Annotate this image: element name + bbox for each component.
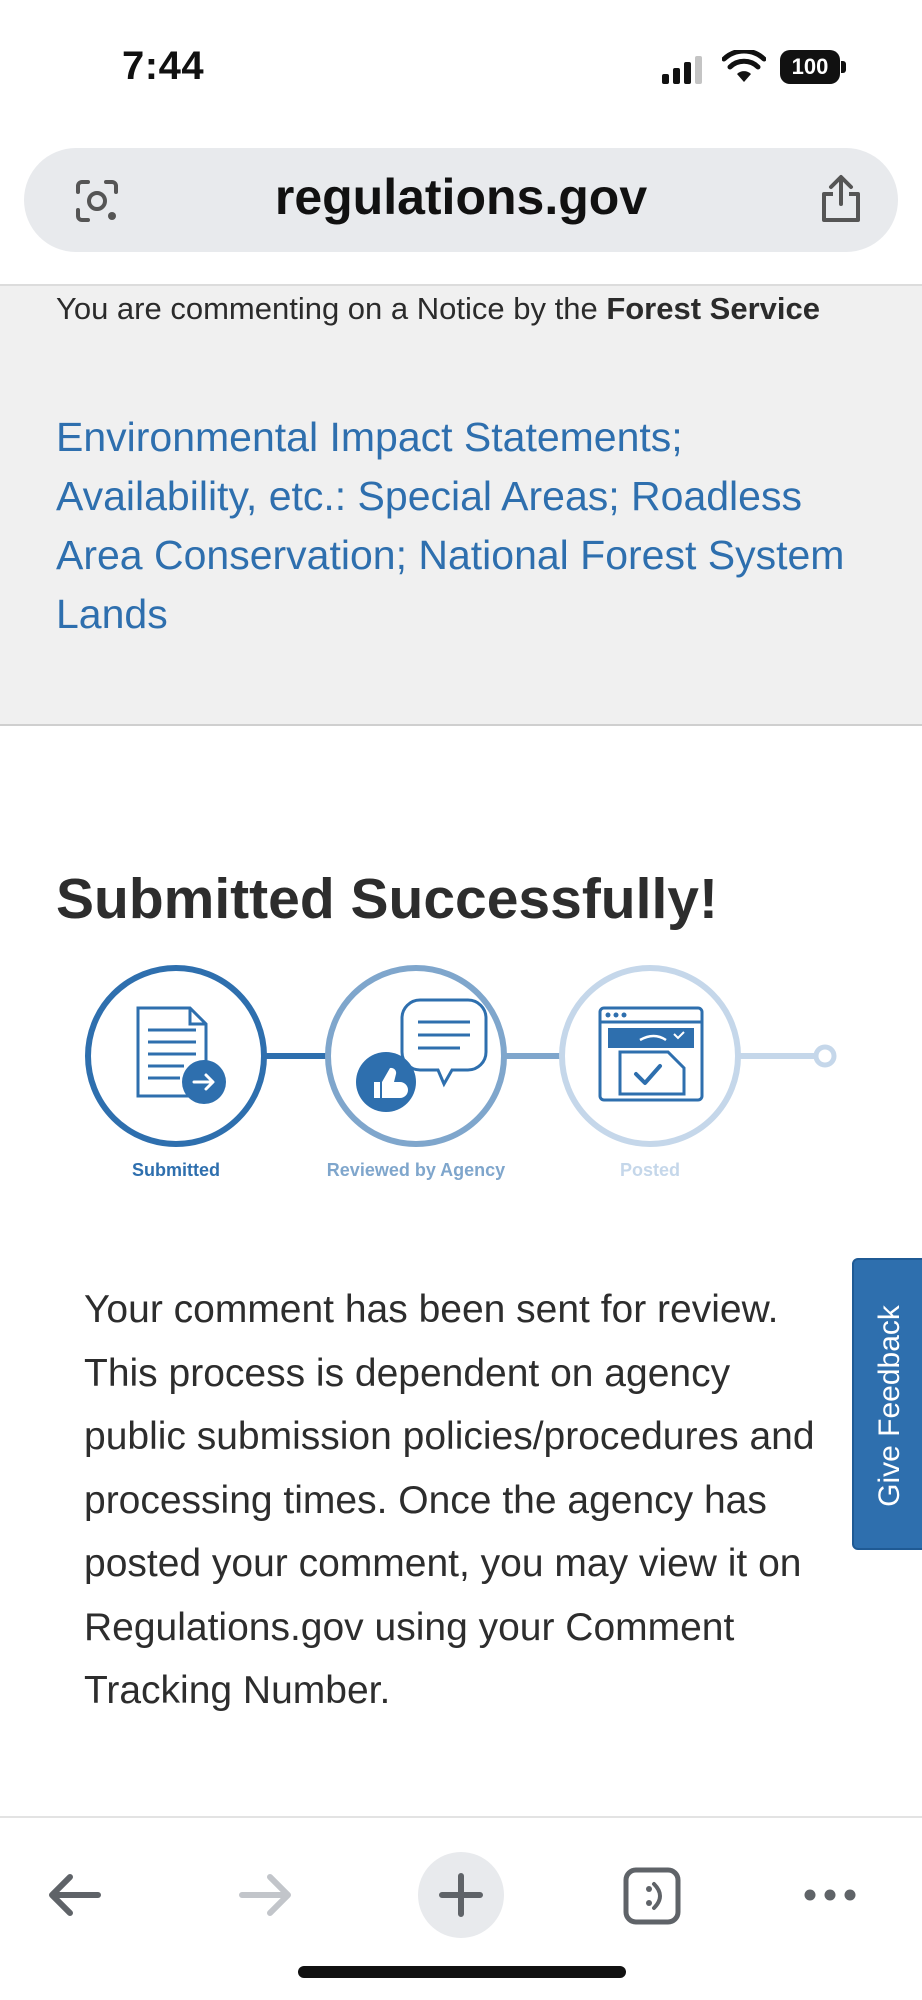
status-time: 7:44 bbox=[122, 44, 205, 88]
notice-agency: Forest Service bbox=[606, 291, 820, 326]
address-bar[interactable]: regulations.gov bbox=[24, 148, 898, 252]
plus-icon bbox=[439, 1873, 483, 1917]
step-label-submitted: Submitted bbox=[132, 1160, 220, 1180]
comment-thumbs-up-icon bbox=[325, 965, 507, 1147]
page-title: Submitted Successfully! bbox=[56, 867, 718, 931]
new-tab-button[interactable] bbox=[418, 1852, 504, 1938]
progress-graphic bbox=[85, 965, 837, 1147]
step-label-reviewed: Reviewed by Agency bbox=[326, 1160, 506, 1180]
notice-title-link[interactable]: Environmental Impact Statements; Availab… bbox=[56, 408, 876, 644]
share-icon[interactable] bbox=[818, 174, 864, 224]
home-indicator bbox=[298, 1966, 626, 1978]
notice-intro-text: You are commenting on a Notice by the bbox=[56, 291, 598, 326]
url-text[interactable]: regulations.gov bbox=[24, 168, 898, 226]
end-node bbox=[813, 1044, 837, 1068]
cellular-signal-icon bbox=[662, 56, 702, 84]
browser-window-check-icon bbox=[559, 965, 741, 1147]
confirmation-message: Your comment has been sent for review. T… bbox=[84, 1288, 815, 1712]
battery-level: 100 bbox=[780, 50, 840, 84]
wifi-icon bbox=[722, 50, 766, 82]
notice-panel: You are commenting on a Notice by the Fo… bbox=[0, 286, 922, 726]
battery-icon: 100 bbox=[780, 50, 846, 84]
progress-tracker: Submitted Reviewed by Agency Posted bbox=[80, 960, 860, 1190]
step-label-posted: Posted bbox=[619, 1160, 680, 1180]
status-bar: 7:44 100 bbox=[0, 0, 922, 130]
give-feedback-label: Give Feedback bbox=[873, 1305, 906, 1507]
forward-arrow-icon[interactable] bbox=[236, 1870, 296, 1920]
back-arrow-icon[interactable] bbox=[44, 1870, 104, 1920]
give-feedback-button[interactable]: Give Feedback bbox=[852, 1258, 922, 1550]
document-arrow-icon bbox=[85, 965, 267, 1147]
tabs-icon[interactable] bbox=[622, 1866, 682, 1926]
notice-intro: You are commenting on a Notice by the Fo… bbox=[56, 286, 866, 332]
more-icon[interactable] bbox=[800, 1880, 860, 1910]
